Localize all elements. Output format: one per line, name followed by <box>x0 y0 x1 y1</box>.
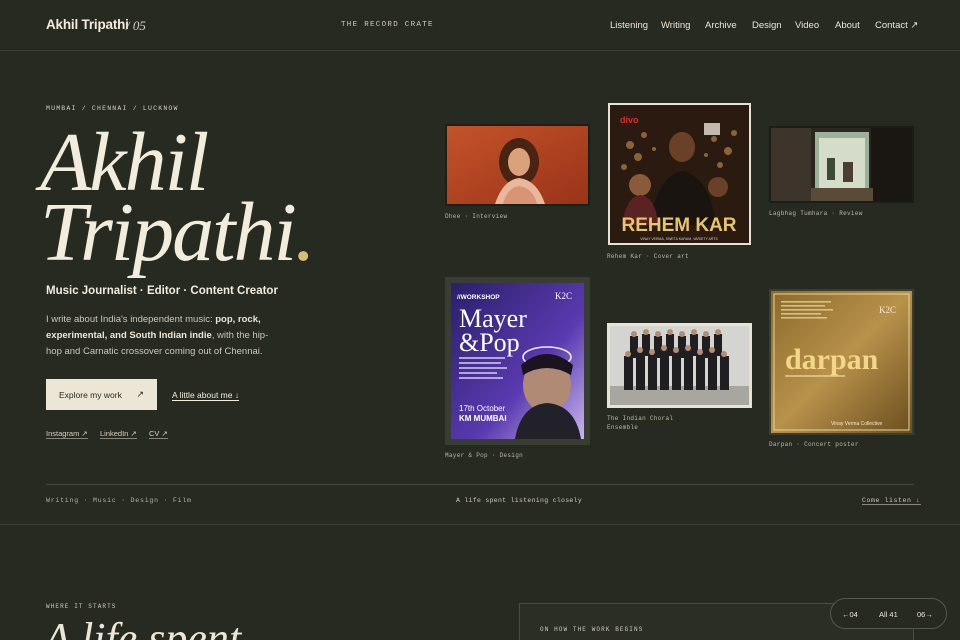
darpan-poster: K2C darpan Vinay Verma Collective <box>771 291 912 433</box>
mayer-pop-poster: //WORKSHOP K2C Mayer &Pop 17th October K… <box>451 283 584 439</box>
caption-mayer-pop: Mayer & Pop · Design <box>445 452 524 459</box>
tile-rehem-kar[interactable]: divo REHEM KAR VINAY VERMA, SWETA KARAM,… <box>608 103 751 245</box>
nav-writing[interactable]: Writing <box>661 20 690 31</box>
project-pager: ←04 All 41 06→ <box>830 598 947 629</box>
hero-role: Music Journalist · Editor · Content Crea… <box>46 285 278 297</box>
lagbhag-photo <box>771 128 912 201</box>
section2-eyebrow: WHERE IT STARTS <box>46 603 117 610</box>
mayer-title-2: &Pop <box>459 328 520 357</box>
nav-design[interactable]: Design <box>752 20 782 31</box>
section-divider <box>0 524 960 525</box>
divo-logo: divo <box>620 115 639 125</box>
k2c-logo: K2C <box>555 291 572 301</box>
explore-work-label: Explore my work <box>59 390 122 400</box>
section2-heading: A life spent <box>44 614 242 640</box>
darpan-footer: Vinay Verma Collective <box>831 421 883 427</box>
hero-last-name: Tripathi <box>40 186 297 279</box>
nav-video[interactable]: Video <box>795 20 819 31</box>
caption-dhee: Dhee · Interview <box>445 213 508 220</box>
caption-lagbhag: Lagbhag Tumhara · Review <box>769 210 863 217</box>
band-center-text: A life spent listening closely <box>456 497 583 504</box>
pager-next[interactable]: 06→ <box>917 610 933 619</box>
tile-darpan[interactable]: K2C darpan Vinay Verma Collective <box>769 289 914 435</box>
mayer-date: 17th October <box>459 404 506 413</box>
page: Akhil Tripathi / 05 THE RECORD CRATE Lis… <box>0 0 960 640</box>
mayer-venue: KM MUMBAI <box>459 414 507 423</box>
about-link[interactable]: A little about me ↓ <box>172 390 240 401</box>
arrow-up-right-icon: ↗ <box>136 389 144 399</box>
divider-band <box>46 484 914 485</box>
darpan-title: darpan <box>785 343 879 376</box>
work-begins-title: ON HOW THE WORK BEGINS <box>540 626 644 633</box>
site-header: Akhil Tripathi / 05 THE RECORD CRATE Lis… <box>0 0 960 51</box>
dhee-photo <box>447 126 588 204</box>
hero-last-name-line: Tripathi. <box>40 191 316 275</box>
pager-prev[interactable]: ←04 <box>842 610 858 619</box>
nav-contact[interactable]: Contact ↗ <box>875 20 918 31</box>
pager-all[interactable]: All 41 <box>879 610 898 619</box>
instagram-link[interactable]: Instagram ↗ <box>46 429 88 439</box>
site-tagline: THE RECORD CRATE <box>341 21 434 29</box>
tile-choral-ensemble[interactable] <box>607 323 752 408</box>
explore-work-button[interactable]: Explore my work ↗ <box>46 379 157 410</box>
nav-listening[interactable]: Listening <box>610 20 648 31</box>
nav-about[interactable]: About <box>835 20 860 31</box>
band-tags: Writing · Music · Design · Film <box>46 497 192 504</box>
tile-mayer-pop[interactable]: //WORKSHOP K2C Mayer &Pop 17th October K… <box>445 277 590 445</box>
intro-text: I write about India's independent music: <box>46 314 216 325</box>
rehem-kar-poster: divo REHEM KAR VINAY VERMA, SWETA KARAM,… <box>610 105 749 243</box>
logo-number: / 05 <box>126 18 146 33</box>
hero-intro: I write about India's independent music:… <box>46 312 278 361</box>
site-logo[interactable]: Akhil Tripathi <box>46 17 129 32</box>
caption-choral: The Indian Choral Ensemble <box>607 415 674 431</box>
tile-dhee[interactable] <box>445 124 590 206</box>
darpan-k2c-logo: K2C <box>879 305 896 315</box>
tile-lagbhag-tumhara[interactable] <box>769 126 914 203</box>
nav-archive[interactable]: Archive <box>705 20 737 31</box>
come-listen-link[interactable]: Come listen ↓ <box>862 497 921 505</box>
location-eyebrow: MUMBAI / CHENNAI / LUCKNOW <box>46 105 179 112</box>
caption-rehem-kar: Rehem Kar · Cover art <box>607 253 689 260</box>
mayer-tag: //WORKSHOP <box>457 294 500 301</box>
cv-link[interactable]: CV ↗ <box>149 429 168 439</box>
accent-dot: . <box>294 186 316 279</box>
caption-darpan: Darpan · Concert poster <box>769 441 859 448</box>
linkedin-link[interactable]: LinkedIn ↗ <box>100 429 137 439</box>
rehem-kar-title: REHEM KAR <box>621 215 736 236</box>
choral-photo <box>610 326 749 405</box>
rehem-kar-credits: VINAY VERMA, SWETA KARAM, VARIETY ARTS <box>640 237 718 241</box>
